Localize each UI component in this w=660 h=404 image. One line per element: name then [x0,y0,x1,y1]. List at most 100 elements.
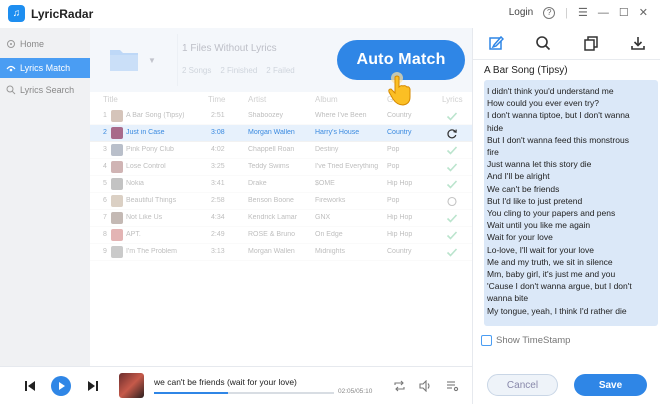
table-row[interactable]: 3 Pink Pony Club 4:02 Chappell Roan Destiny P… [90,142,472,159]
sidebar-item-home[interactable]: Home [0,34,90,54]
check-icon [446,214,458,223]
song-album-cell: Midnights [315,248,345,255]
title-bar: ♫ LyricRadar Login ? | ☰ — ☐ ✕ [0,0,660,28]
divider: | [565,6,569,19]
next-icon[interactable] [87,380,99,392]
song-artist-cell: Teddy Swims [248,163,290,170]
refresh-icon[interactable] [446,128,458,139]
song-genre-cell: Hip Hop [387,180,413,187]
song-album-cell: GNX [315,214,331,221]
song-time-cell: 3:25 [211,163,225,170]
song-artist-cell: Shaboozey [248,112,284,119]
song-album-cell: Fireworks [315,197,346,204]
login-link[interactable]: Login [509,7,533,18]
lyrics-line: hide [487,122,504,133]
lyrics-line: Wait until you like me again [487,220,591,231]
table-row[interactable]: 4 Lose Control 3:25 Teddy Swims I've Tried E… [90,159,472,176]
download-icon[interactable] [630,35,646,51]
album-thumbnail [111,212,123,224]
previous-icon[interactable] [24,380,36,392]
lyrics-line: We can't be friends [487,183,560,194]
column-header-artist[interactable]: Artist [248,95,266,104]
song-genre-cell: Country [387,112,412,119]
album-thumbnail [111,195,123,207]
progress-fill [154,392,228,394]
lyrics-line: But I'd like to just pretend [487,195,583,206]
lyrics-line: Me and my truth, we sit in silence [487,256,613,267]
sidebar-item-lyrics-match[interactable]: Lyrics Match [0,58,90,78]
row-number: 1 [103,112,107,119]
row-number: 3 [103,146,107,153]
lyrics-line: I don't wanna tiptoe, but I don't wanna [487,110,630,121]
check-icon [446,231,458,240]
now-playing-title: we can't be friends (wait for your love) [154,377,297,387]
sidebar-item-lyrics-search[interactable]: Lyrics Search [0,80,90,100]
table-row[interactable]: 5 Nokia 3:41 Drake $OME Hip Hop [90,176,472,193]
column-header-time[interactable]: Time [208,95,225,104]
song-genre-cell: Country [387,248,412,255]
clock-icon [447,196,457,207]
copy-icon[interactable] [583,35,599,51]
search-icon[interactable] [535,35,551,51]
song-time-cell: 3:08 [211,129,225,136]
file-stats: 2 Songs 2 Finished 2 Failed [182,66,295,75]
song-time-cell: 3:13 [211,248,225,255]
column-header-album[interactable]: Album [315,95,338,104]
album-thumbnail [111,229,123,241]
song-genre-cell: Hip Hop [387,214,413,221]
column-header-title[interactable]: Title [103,95,118,104]
menu-icon[interactable]: ☰ [578,6,588,19]
lyrics-panel: A Bar Song (Tipsy) I didn't think you'd … [472,28,660,404]
song-artist-cell: Kendrick Lamar [248,214,298,221]
song-title-cell: Nokia [126,180,144,187]
help-icon[interactable]: ? [543,6,556,19]
maximize-icon[interactable]: ☐ [619,6,629,19]
album-thumbnail [111,144,123,156]
home-icon [7,40,15,48]
lyrics-line: fire [487,147,499,158]
playlist-icon[interactable] [446,380,459,392]
window-controls: Login ? | ☰ — ☐ ✕ [509,6,648,19]
chevron-down-icon[interactable]: ▼ [148,56,156,65]
show-timestamp-toggle[interactable]: Show TimeStamp [481,335,570,346]
column-header-lyrics[interactable]: Lyrics [442,95,463,104]
song-album-cell: On Edge [315,231,343,238]
check-icon [446,146,458,155]
app-title: LyricRadar [31,7,94,21]
save-button[interactable]: Save [574,374,647,396]
table-row[interactable]: 1 A Bar Song (Tipsy) 2:51 Shaboozey Where I'… [90,108,472,125]
close-icon[interactable]: ✕ [639,6,648,19]
song-album-cell: I've Tried Everything [315,163,379,170]
album-thumbnail [111,161,123,173]
table-row[interactable]: 7 Not Like Us 4:34 Kendrick Lamar GNX Hip Hop [90,210,472,227]
song-time-cell: 4:02 [211,146,225,153]
lyrics-line: Wait for your love [487,232,553,243]
table-row[interactable]: 8 APT. 2:49 ROSE & Bruno On Edge Hip Hop [90,227,472,244]
repeat-icon[interactable] [393,380,406,392]
table-row[interactable]: 2 Just in Case 3:08 Morgan Wallen Harry's Ho… [90,125,472,142]
panel-toolbar [473,28,660,60]
lyrics-editor[interactable]: I didn't think you'd understand me How co… [484,80,658,326]
timestamp-checkbox[interactable] [481,335,492,346]
progress-bar[interactable] [154,392,334,394]
cancel-button[interactable]: Cancel [487,374,558,396]
folder-icon[interactable] [109,46,139,72]
album-art [119,373,144,398]
table-row[interactable]: 9 I'm The Problem 3:13 Morgan Wallen Midnigh… [90,244,472,261]
play-icon[interactable] [51,376,71,396]
song-time-cell: 2:58 [211,197,225,204]
minimize-icon[interactable]: — [598,7,609,19]
volume-icon[interactable] [419,380,432,392]
table-row[interactable]: 6 Beautiful Things 2:58 Benson Boone Firewor… [90,193,472,210]
song-title-cell: A Bar Song (Tipsy) [126,112,185,119]
song-artist-cell: Chappell Roan [248,146,295,153]
edit-icon[interactable] [488,35,504,51]
song-title: A Bar Song (Tipsy) [484,65,568,76]
sidebar: Home Lyrics Match Lyrics Search [0,28,90,366]
album-thumbnail [111,246,123,258]
song-album-cell: Harry's House [315,129,360,136]
file-summary: 1 Files Without Lyrics [182,43,277,54]
row-number: 7 [103,214,107,221]
song-time-cell: 2:51 [211,112,225,119]
song-title-cell: APT. [126,231,141,238]
